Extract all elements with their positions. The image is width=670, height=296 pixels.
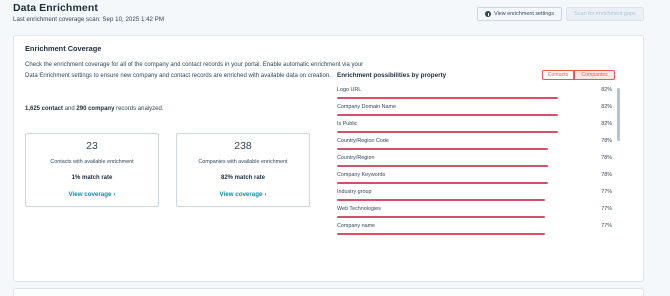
chart-category-label: Is Public <box>337 121 358 127</box>
scan-enrichment-gaps-button[interactable]: Scan for enrichment gaps <box>566 7 644 21</box>
contacts-view-coverage-label: View coverage <box>68 191 112 198</box>
contacts-stat-card: 23 Contacts with available enrichment 1%… <box>25 133 159 207</box>
chart-value-label: 78% <box>601 155 612 161</box>
chart-row: Country/Region Code 78% <box>337 137 612 154</box>
page-title: Data Enrichment <box>13 2 98 14</box>
chart-scrollbar-thumb[interactable] <box>617 88 620 141</box>
chart-category-label: Web Technologies <box>337 206 381 212</box>
chart-row: Company Domain Name 82% <box>337 103 612 120</box>
chart-value-label: 77% <box>601 223 612 229</box>
info-icon <box>485 11 492 17</box>
view-enrichment-settings-label: View enrichment settings <box>494 11 554 17</box>
next-section-card <box>13 288 644 296</box>
chart-value-label: 82% <box>601 87 612 93</box>
chart-value-label: 77% <box>601 206 612 212</box>
chart-category-label: Country/Region <box>337 155 375 161</box>
contact-count: 1,625 contact <box>25 106 64 112</box>
companies-stat-card: 238 Companies with available enrichment … <box>176 133 310 207</box>
companies-view-coverage-link[interactable]: View coverage › <box>177 191 309 198</box>
chart-value-label: 78% <box>601 138 612 144</box>
page-header: Data Enrichment Last enrichment coverage… <box>0 0 670 32</box>
chart-bar <box>337 165 548 167</box>
chart-category-label: Company Domain Name <box>337 104 397 110</box>
coverage-description: Check the enrichment coverage for all of… <box>25 62 364 79</box>
chart-category-label: Logo URL <box>337 87 362 93</box>
chart-bar <box>337 233 545 235</box>
view-enrichment-settings-button[interactable]: View enrichment settings <box>477 7 562 21</box>
chart-bar <box>337 114 559 116</box>
chart-title: Enrichment possibilities by property <box>337 72 447 79</box>
chart-row: Country/Region 78% <box>337 154 612 171</box>
chart-bar <box>337 148 548 150</box>
chart-row: Industry group 77% <box>337 188 612 205</box>
chart-bar <box>337 97 559 99</box>
chart-bar <box>337 199 545 201</box>
chart-row: Is Public 82% <box>337 120 612 137</box>
contacts-stat-number: 23 <box>86 140 98 152</box>
chevron-right-icon: › <box>264 192 267 198</box>
company-count: 290 company <box>76 106 115 112</box>
chart-row: Logo URL 82% <box>337 86 612 103</box>
chart-value-label: 78% <box>601 172 612 178</box>
last-scan-text: Last enrichment coverage scan: Sep 10, 2… <box>13 16 164 23</box>
analyzed-suffix: records analyzed. <box>116 106 164 112</box>
chart-bar <box>337 131 559 133</box>
chart-row: Company Keywords 78% <box>337 171 612 188</box>
contacts-view-coverage-link[interactable]: View coverage › <box>26 191 158 198</box>
companies-view-coverage-label: View coverage <box>219 191 263 198</box>
contacts-match-rate: 1% match rate <box>71 175 113 181</box>
chart-category-label: Industry group <box>337 189 372 195</box>
chart-row: Web Technologies 77% <box>337 205 612 222</box>
contacts-stat-label: Contacts with available enrichment <box>50 159 134 165</box>
chart-value-label: 82% <box>601 121 612 127</box>
chart-bar <box>337 182 548 184</box>
chart-category-label: Company Keywords <box>337 172 386 178</box>
companies-toggle[interactable]: Companies <box>574 70 615 80</box>
chart-category-label: Company name <box>337 223 376 229</box>
coverage-title: Enrichment Coverage <box>25 44 102 53</box>
companies-stat-label: Companies with available enrichment <box>198 159 288 165</box>
contacts-toggle[interactable]: Contacts <box>542 70 574 80</box>
chart-value-label: 82% <box>601 104 612 110</box>
chart-category-label: Country/Region Code <box>337 138 389 144</box>
chart-row: Company name 77% <box>337 222 612 235</box>
chart-bar <box>337 216 545 218</box>
chevron-right-icon: › <box>113 192 116 198</box>
and-text: and <box>64 106 75 112</box>
enrichment-bar-chart: Logo URL 82% Company Domain Name 82% Is Publ… <box>337 85 617 235</box>
companies-match-rate: 82% match rate <box>220 175 266 181</box>
records-analyzed-text: 1,625 contact and 290 company records an… <box>25 106 163 112</box>
companies-stat-number: 238 <box>234 140 252 152</box>
chart-value-label: 77% <box>601 189 612 195</box>
